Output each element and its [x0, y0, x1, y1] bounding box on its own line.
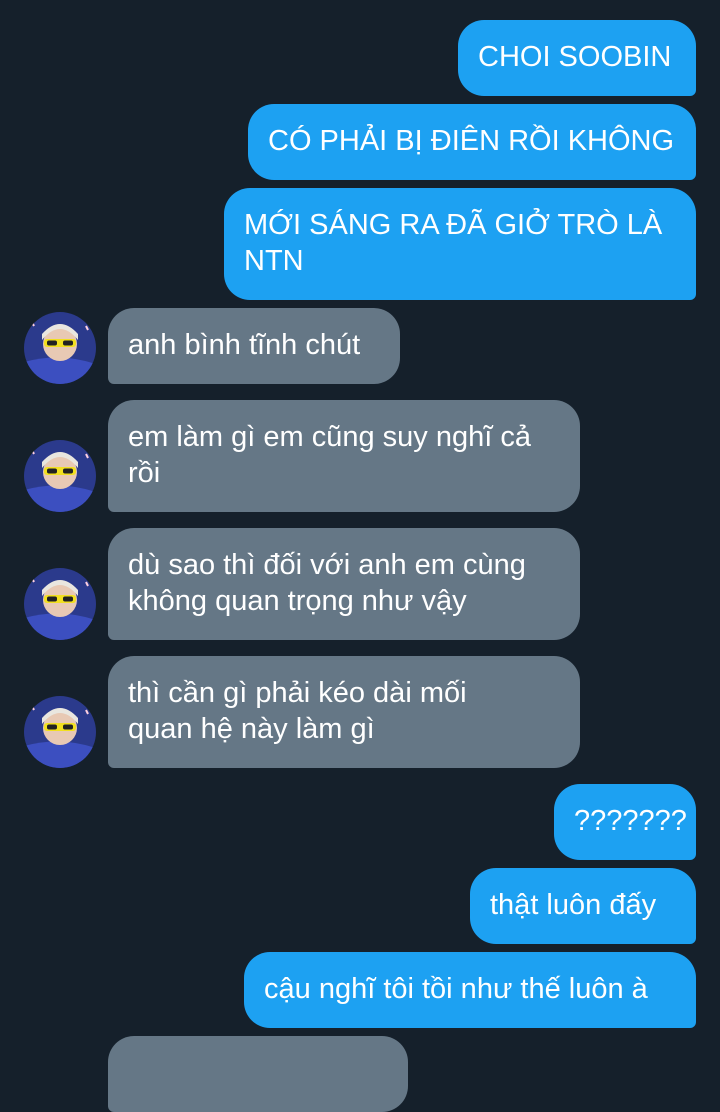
avatar-photo-icon [24, 696, 96, 768]
avatar-photo-icon [24, 312, 96, 384]
avatar-photo-icon [24, 440, 96, 512]
message-bubble-outgoing[interactable]: ??????? [554, 784, 696, 860]
avatar-photo-icon [24, 568, 96, 640]
message-bubble-outgoing[interactable]: MỚI SÁNG RA ĐÃ GIỞ TRÒ LÀ NTN [224, 188, 696, 300]
message-bubble-incoming[interactable]: thì cần gì phải kéo dài mối quan hệ này … [108, 656, 580, 768]
message-bubble-outgoing[interactable]: CÓ PHẢI BỊ ĐIÊN RỒI KHÔNG [248, 104, 696, 180]
avatar[interactable] [24, 696, 96, 768]
avatar[interactable] [24, 312, 96, 384]
message-bubble-outgoing[interactable]: cậu nghĩ tôi tồi như thế luôn à [244, 952, 696, 1028]
message-bubble-incoming[interactable]: em làm gì em cũng suy nghĩ cả rồi [108, 400, 580, 512]
avatar[interactable] [24, 440, 96, 512]
message-bubble-outgoing[interactable]: thật luôn đấy [470, 868, 696, 944]
avatar[interactable] [24, 568, 96, 640]
message-bubble-incoming[interactable]: anh bình tĩnh chút [108, 308, 400, 384]
message-bubble-incoming-partial[interactable] [108, 1036, 408, 1112]
message-bubble-outgoing[interactable]: CHOI SOOBIN [458, 20, 696, 96]
message-bubble-incoming[interactable]: dù sao thì đối với anh em cùng không qua… [108, 528, 580, 640]
